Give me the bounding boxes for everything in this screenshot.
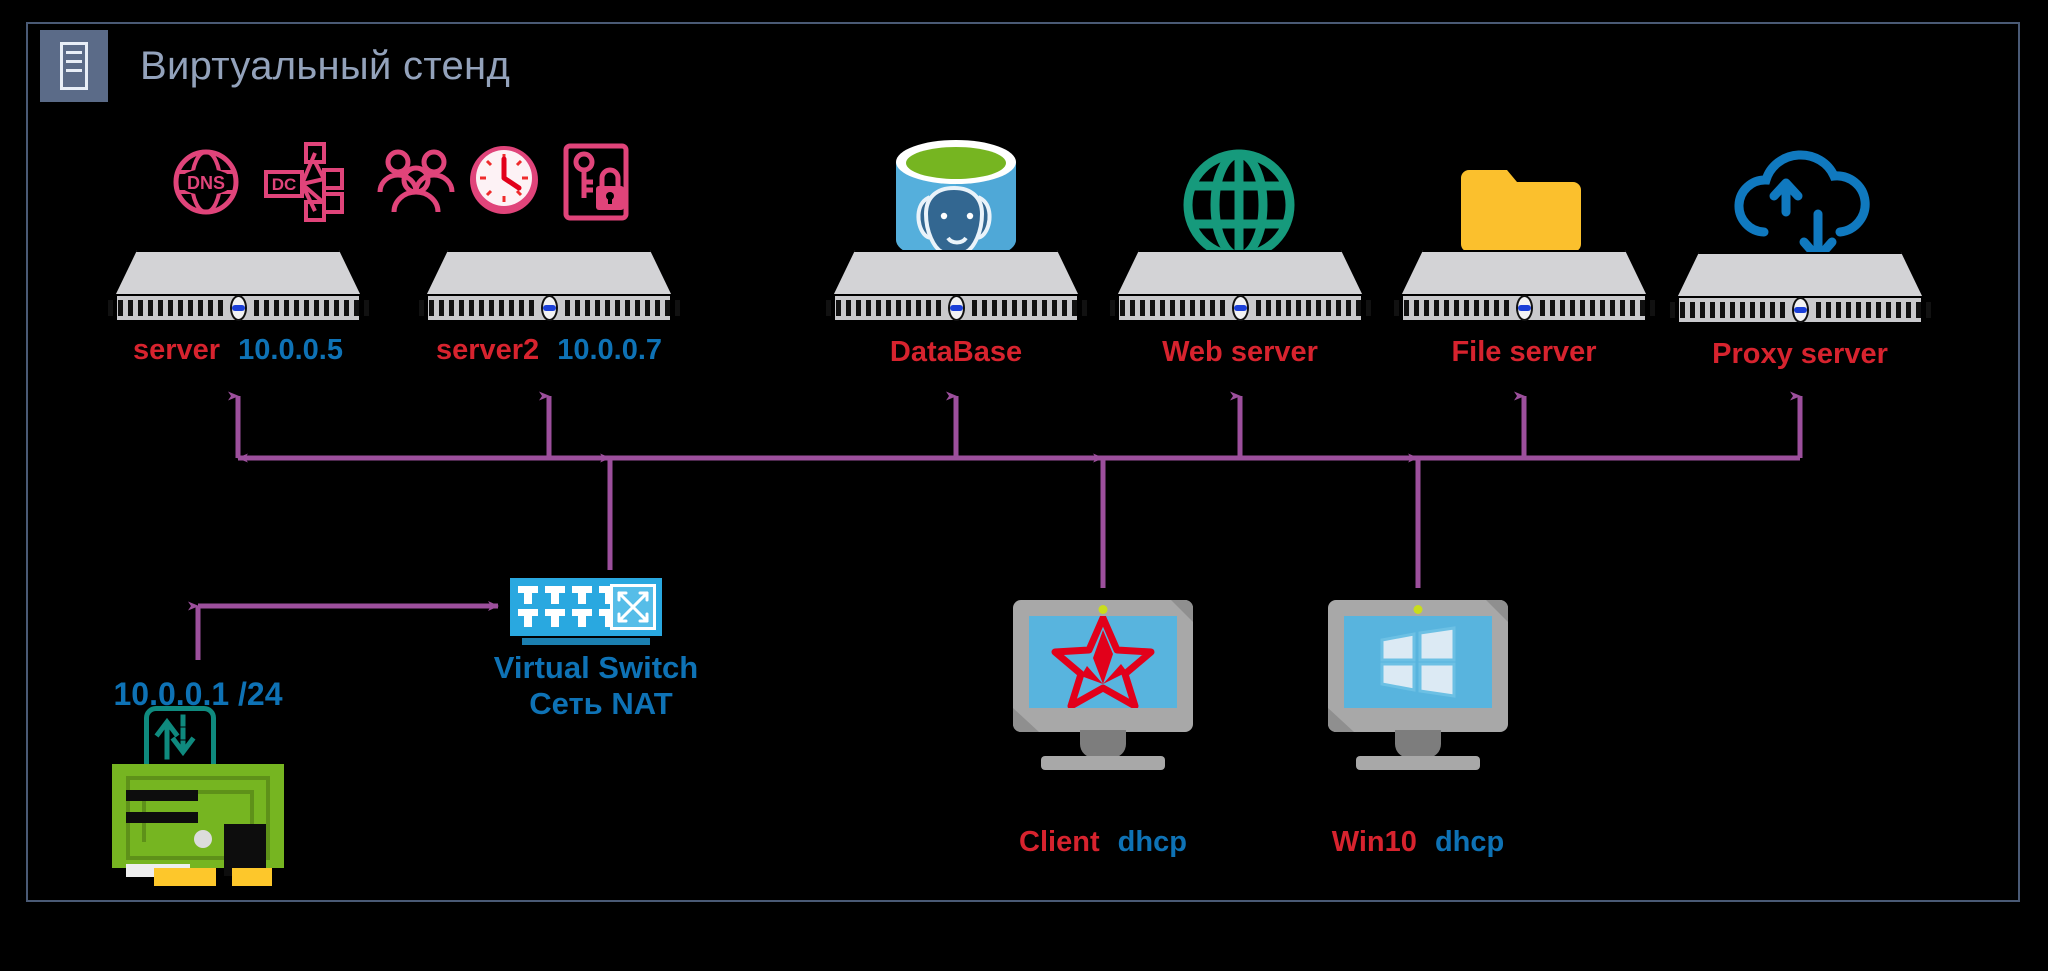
node-database-name: DataBase (889, 336, 1023, 368)
node-server2-address: 10.0.0.7 (557, 334, 663, 366)
node-file-caption: File server (1451, 336, 1596, 369)
rack-server-icon (1109, 250, 1371, 322)
dns-icon: DNS (168, 144, 244, 225)
node-client-caption: Client dhcp (1019, 826, 1187, 859)
win10-monitor-icon (1328, 600, 1508, 770)
node-file-name: File server (1451, 336, 1597, 368)
node-file[interactable] (1393, 250, 1655, 322)
node-win10[interactable] (1328, 600, 1508, 770)
astra-linux-star-icon (1029, 616, 1177, 708)
node-nic[interactable] (112, 706, 284, 896)
node-win10-address: dhcp (1434, 826, 1505, 858)
dns-icon-label: DNS (187, 173, 225, 193)
power-led-icon (1413, 605, 1423, 614)
power-led-icon (1098, 605, 1108, 614)
node-server2-caption: server2 10.0.0.7 (436, 334, 662, 367)
rack-server-icon (418, 250, 680, 322)
domain-controller-icon-label: DC (272, 175, 297, 194)
domain-controller-icon: DC (262, 140, 346, 229)
certificate-key-lock-icon (562, 142, 630, 227)
node-virtual-switch[interactable] (510, 578, 662, 645)
client-monitor-icon (1013, 600, 1193, 770)
node-web-name: Web server (1162, 336, 1318, 368)
network-switch-icon (510, 578, 662, 645)
rack-server-icon (1393, 250, 1655, 322)
node-web[interactable] (1109, 250, 1371, 322)
node-win10-name: Win10 (1331, 826, 1417, 858)
node-server-address: 10.0.0.5 (238, 334, 343, 366)
server-rack-icon (60, 42, 88, 90)
node-proxy-name: Proxy server (1712, 338, 1888, 370)
users-group-icon (374, 148, 458, 221)
rack-server-icon (825, 250, 1087, 322)
page-title: Виртуальный стенд (140, 44, 511, 88)
node-server-caption: server 10.0.0.5 (133, 334, 343, 367)
diagram-canvas: Виртуальный стенд DNS DC server 10.0.0.5… (0, 0, 2048, 971)
node-proxy-caption: Proxy server (1712, 338, 1888, 371)
node-database-caption: DataBase (890, 336, 1022, 369)
windows-logo-icon (1344, 616, 1492, 708)
node-server-name: server (133, 334, 221, 366)
network-interface-card-icon (112, 706, 284, 896)
node-client-name: Client (1019, 826, 1100, 858)
node-proxy[interactable] (1669, 252, 1931, 324)
node-server2[interactable] (418, 250, 680, 322)
virtual-switch-label-line1: Virtual Switch (493, 650, 699, 685)
virtual-switch-label-line2: Сеть NAT (529, 686, 673, 721)
node-server[interactable] (107, 250, 369, 322)
title-badge (40, 30, 108, 102)
rack-server-icon (1669, 252, 1931, 324)
node-server2-name: server2 (435, 334, 540, 366)
node-web-caption: Web server (1162, 336, 1318, 369)
node-win10-caption: Win10 dhcp (1332, 826, 1505, 859)
clock-ntp-icon (464, 140, 544, 225)
node-client[interactable] (1013, 600, 1193, 770)
rack-server-icon (107, 250, 369, 322)
node-database[interactable] (825, 250, 1087, 322)
node-client-address: dhcp (1117, 826, 1187, 858)
